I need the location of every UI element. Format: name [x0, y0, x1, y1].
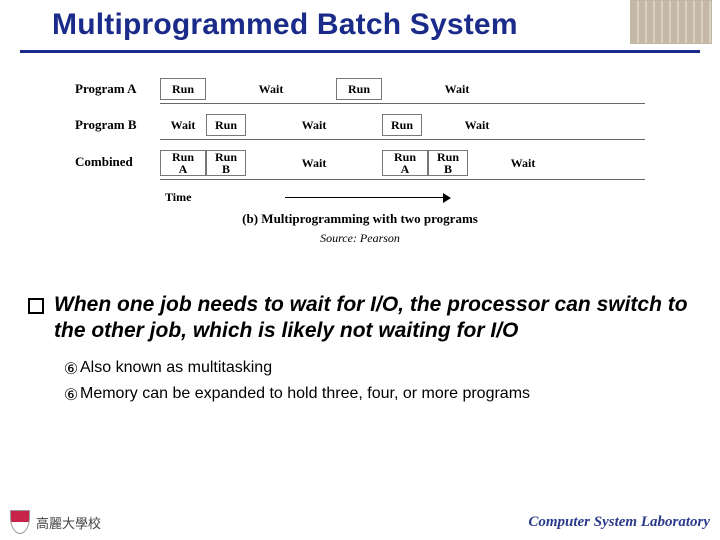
- row-track: Run Wait Run Wait: [160, 78, 645, 100]
- sub-bullet-text: Also known as multitasking: [80, 359, 272, 377]
- diagram-row-program-a: Program A Run Wait Run Wait: [75, 78, 645, 100]
- diagram-row-program-b: Program B Wait Run Wait Run Wait: [75, 114, 645, 136]
- segment: Wait: [468, 150, 578, 176]
- row-label: Program B: [75, 117, 160, 133]
- row-label: Program A: [75, 81, 160, 97]
- segment: Run B: [206, 150, 246, 176]
- bullet-item: When one job needs to wait for I/O, the …: [28, 292, 692, 345]
- row-baseline: [160, 138, 645, 140]
- circled-bullet-icon: ⑥: [62, 359, 80, 379]
- segment: Wait: [246, 114, 382, 136]
- circled-bullet-icon: ⑥: [62, 385, 80, 405]
- square-bullet-icon: [28, 298, 44, 314]
- footer-left-text: 高麗大學校: [36, 513, 101, 532]
- segment: Wait: [382, 78, 532, 100]
- slide: Multiprogrammed Batch System Program A R…: [0, 0, 720, 540]
- bullet-text: When one job needs to wait for I/O, the …: [54, 292, 692, 345]
- segment-sub: A: [179, 163, 188, 175]
- diagram-source: Source: Pearson: [75, 231, 645, 246]
- row-baseline: [160, 102, 645, 104]
- row-track: Wait Run Wait Run Wait: [160, 114, 645, 136]
- diagram-caption: (b) Multiprogramming with two programs: [75, 211, 645, 227]
- segment-sub: B: [222, 163, 230, 175]
- sub-bullet-text: Memory can be expanded to hold three, fo…: [80, 385, 530, 403]
- row-baseline: [160, 178, 645, 180]
- segment-sub: A: [401, 163, 410, 175]
- footer-right-text: Computer System Laboratory: [528, 514, 710, 531]
- university-logo-icon: [10, 510, 30, 534]
- timing-diagram: Program A Run Wait Run Wait Program B Wa…: [75, 78, 645, 246]
- arrow-line: [285, 197, 445, 198]
- segment: Run: [206, 114, 246, 136]
- sub-bullet-item: ⑥ Also known as multitasking: [62, 359, 692, 379]
- segment: Run A: [382, 150, 428, 176]
- footer-left: 高麗大學校: [10, 510, 101, 534]
- time-arrow: [285, 193, 645, 203]
- header-decorative-image: [630, 0, 712, 44]
- diagram-row-combined: Combined Run A Run B Wait Run A Run B: [75, 150, 645, 176]
- slide-title: Multiprogrammed Batch System: [52, 8, 518, 42]
- time-axis: Time: [75, 190, 645, 205]
- segment: Run: [336, 78, 382, 100]
- segment: Wait: [422, 114, 532, 136]
- segment: Wait: [246, 150, 382, 176]
- time-label: Time: [75, 190, 285, 205]
- footer: 高麗大學校 Computer System Laboratory: [10, 510, 710, 534]
- arrow-head-icon: [443, 193, 451, 203]
- row-track: Run A Run B Wait Run A Run B Wait: [160, 150, 645, 176]
- segment: Run: [160, 78, 206, 100]
- segment: Wait: [206, 78, 336, 100]
- body-content: When one job needs to wait for I/O, the …: [28, 292, 692, 411]
- title-underline: [20, 50, 700, 53]
- sub-bullet-item: ⑥ Memory can be expanded to hold three, …: [62, 385, 692, 405]
- sub-bullets: ⑥ Also known as multitasking ⑥ Memory ca…: [62, 359, 692, 405]
- segment: Wait: [160, 114, 206, 136]
- segment: Run A: [160, 150, 206, 176]
- row-label: Combined: [75, 150, 160, 170]
- segment: Run B: [428, 150, 468, 176]
- segment-sub: B: [444, 163, 452, 175]
- segment: Run: [382, 114, 422, 136]
